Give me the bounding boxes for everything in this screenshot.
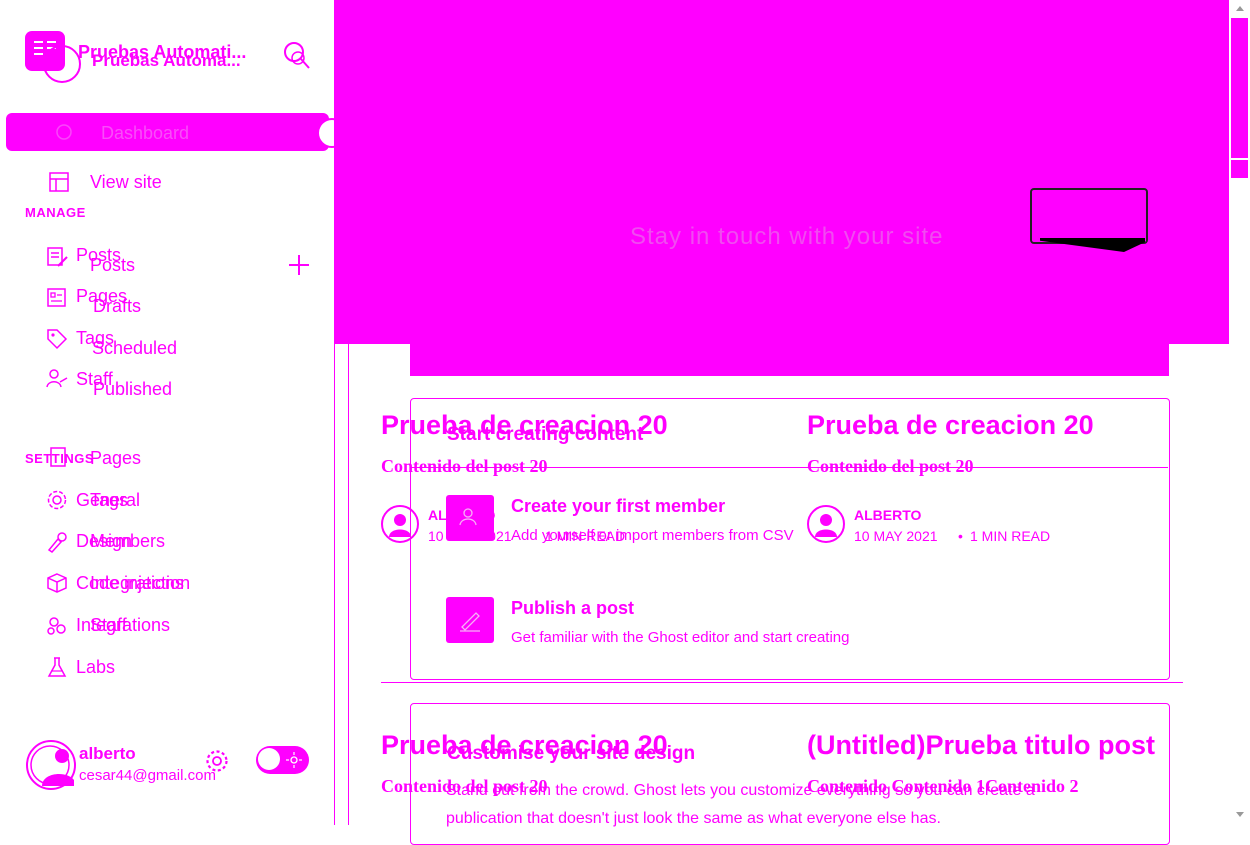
scroll-up-arrow[interactable]: [1234, 3, 1246, 15]
post-row-divider: [381, 682, 1183, 683]
toggle-knob: [258, 748, 280, 770]
author-icon: [389, 514, 411, 537]
scrollbar-thumb[interactable]: [1231, 18, 1248, 158]
search-icon: [284, 42, 310, 69]
author-icon: [815, 514, 837, 537]
labs-icon: [46, 656, 68, 678]
scroll-down-arrow[interactable]: [1234, 808, 1246, 820]
author-avatar[interactable]: [807, 505, 845, 543]
post-excerpt: Contenido del post 20: [807, 456, 974, 476]
customise-body: publication that doesn't just look the s…: [446, 810, 941, 827]
user-avatar[interactable]: [26, 740, 76, 790]
user-name[interactable]: alberto: [79, 744, 136, 764]
sun-icon: [286, 752, 302, 768]
design-icon: [46, 531, 68, 553]
plus-icon: [289, 255, 309, 275]
nav-published[interactable]: Published: [93, 379, 172, 400]
customise-title: Customise your site design: [447, 743, 696, 764]
author-avatar[interactable]: [381, 505, 419, 543]
gs-item-title[interactable]: Publish a post: [511, 598, 634, 619]
tags-icon: [46, 328, 68, 350]
site-header-preview: [334, 0, 1229, 344]
triangle-up-icon: [1236, 6, 1244, 11]
site-logo-ring: [43, 45, 81, 83]
staff-icon: [46, 368, 68, 390]
gs-item-title[interactable]: Create your first member: [511, 496, 725, 517]
member-item-icon: [446, 495, 494, 541]
scrollbar-thumb-tail: [1231, 160, 1248, 178]
post-author[interactable]: ALBERTO: [854, 507, 921, 523]
pages-overlay-icon: [48, 446, 70, 468]
posts-icon: [46, 246, 68, 268]
gear-icon: [206, 750, 228, 772]
nav-view-site[interactable]: View site: [90, 172, 162, 193]
dashboard-icon: [56, 124, 72, 140]
nav-overlay-pages[interactable]: Pages: [90, 448, 141, 469]
triangle-down-icon: [1236, 812, 1244, 817]
sidebar: Pruebas Automati... Pruebas Automa... Da…: [0, 0, 335, 825]
manage-heading: MANAGE: [25, 205, 86, 220]
code-injection-icon: [46, 572, 68, 594]
view-site-icon: [48, 171, 70, 193]
customise-body: Stand out from the crowd. Ghost lets you…: [446, 782, 1035, 799]
nav-dashboard[interactable]: Dashboard: [6, 113, 329, 151]
nav-labs[interactable]: Labs: [76, 657, 115, 678]
post-readtime: 1 MIN READ: [970, 528, 1051, 544]
nav-overlay-tags[interactable]: Tags: [90, 490, 128, 511]
user-email: cesar44@gmail.com: [79, 767, 216, 784]
post-title[interactable]: (Untitled)Prueba titulo post: [807, 730, 1155, 761]
post-title[interactable]: Prueba de creacion 20: [807, 410, 1094, 441]
nav-posts-sub[interactable]: Posts: [90, 255, 135, 276]
nav-dashboard-label: Dashboard: [101, 123, 190, 143]
members-icon: [459, 508, 477, 526]
pen-icon: [460, 612, 480, 632]
nav-overlay-members[interactable]: Members: [90, 531, 165, 552]
new-post-button[interactable]: [287, 253, 311, 277]
publish-item-icon: [446, 597, 494, 643]
pages-icon: [46, 287, 68, 309]
nav-scheduled[interactable]: Scheduled: [92, 338, 177, 359]
site-title-echo: Pruebas Automa...: [92, 51, 241, 70]
gs-item-desc: Add yourself or import members from CSV: [511, 527, 794, 544]
integrations-icon: [46, 614, 68, 636]
night-mode-toggle[interactable]: [256, 746, 309, 774]
post-excerpt: Contenido del post 20: [381, 456, 548, 476]
hero-text: Stay in touch with your site: [630, 223, 944, 250]
nav-drafts[interactable]: Drafts: [93, 296, 141, 317]
general-icon: [46, 489, 68, 511]
post-date: 10 MAY 2021: [854, 528, 938, 544]
nav-overlay-integrations[interactable]: Integrations: [90, 573, 184, 594]
user-settings-button[interactable]: [204, 748, 230, 774]
nav-overlay-staff[interactable]: Staff: [90, 615, 127, 636]
avatar-icon: [30, 745, 74, 786]
content-divider: [348, 344, 349, 825]
hero-band: [410, 344, 1169, 376]
hero-subscribe-button[interactable]: [1030, 188, 1148, 244]
gs-item-desc: Get familiar with the Ghost editor and s…: [511, 629, 850, 646]
meta-separator: •: [958, 528, 963, 544]
search-button[interactable]: [282, 40, 312, 72]
getting-started-title: Start creating content: [447, 424, 644, 445]
